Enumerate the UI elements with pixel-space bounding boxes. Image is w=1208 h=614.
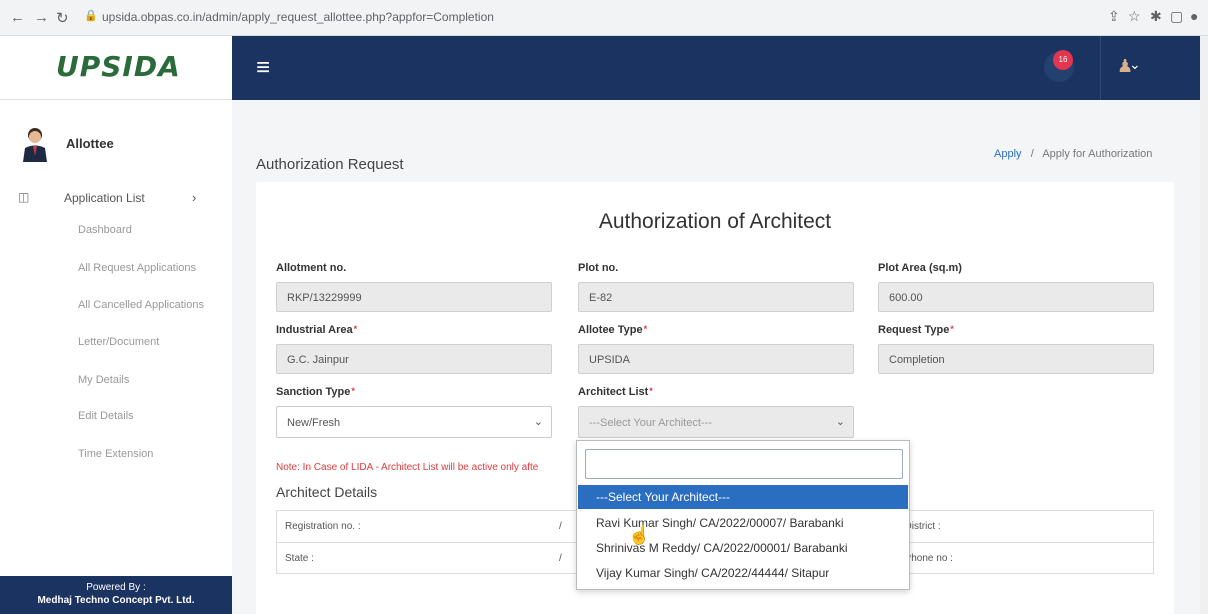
logo: UPSIDA bbox=[56, 50, 181, 83]
breadcrumb: Apply / Apply for Authorization bbox=[994, 148, 1152, 160]
state-label: State : bbox=[285, 553, 314, 564]
reload-icon[interactable]: ↻ bbox=[56, 9, 69, 27]
industrial-area-label: Industrial Area* bbox=[276, 324, 358, 336]
browser-toolbar: ← → ↻ 🔒 upsida.obpas.co.in/admin/apply_r… bbox=[0, 0, 1208, 36]
sidebar-item-all-cancelled-applications[interactable]: All Cancelled Applications bbox=[78, 299, 204, 311]
forward-icon[interactable]: → bbox=[34, 9, 49, 26]
breadcrumb-separator: / bbox=[1030, 148, 1034, 160]
sidebar-item-dashboard[interactable]: Dashboard bbox=[78, 224, 132, 236]
page-scrollbar[interactable] bbox=[1200, 36, 1208, 614]
architect-list-label: Architect List* bbox=[578, 386, 653, 398]
allotment-no-field[interactable]: RKP/13229999 bbox=[276, 282, 552, 312]
table-cell: / bbox=[559, 553, 562, 564]
breadcrumb-current: Apply for Authorization bbox=[1042, 148, 1153, 160]
chevron-down-icon: ⌄ bbox=[533, 416, 543, 428]
sidebar-item-application-list[interactable]: ◫ Application List › bbox=[18, 190, 208, 210]
profile-icon[interactable]: ● bbox=[1190, 8, 1198, 24]
notification-badge: 16 bbox=[1053, 50, 1073, 70]
tab-search-icon[interactable]: ▢ bbox=[1170, 8, 1183, 25]
lida-note: Note: In Case of LIDA - Architect List w… bbox=[276, 462, 539, 473]
plot-area-label: Plot Area (sq.m) bbox=[878, 262, 962, 274]
back-icon[interactable]: ← bbox=[10, 9, 25, 26]
industrial-area-field[interactable]: G.C. Jainpur bbox=[276, 344, 552, 374]
plot-area-field[interactable]: 600.00 bbox=[878, 282, 1154, 312]
table-cell: / bbox=[559, 521, 562, 532]
request-type-label: Request Type* bbox=[878, 324, 954, 336]
sidebar-item-time-extension[interactable]: Time Extension bbox=[78, 448, 153, 460]
request-type-field[interactable]: Completion bbox=[878, 344, 1154, 374]
address-bar[interactable]: 🔒 upsida.obpas.co.in/admin/apply_request… bbox=[78, 6, 1158, 30]
architect-select-value: ---Select Your Architect--- bbox=[589, 417, 712, 429]
chevron-down-icon[interactable]: ⌄ bbox=[1129, 56, 1141, 73]
url-text[interactable]: upsida.obpas.co.in/admin/apply_request_a… bbox=[102, 10, 494, 24]
document-icon: ◫ bbox=[18, 190, 30, 204]
user-menu[interactable]: ♟ ⌄ bbox=[1100, 36, 1200, 100]
architect-search-input[interactable] bbox=[585, 449, 903, 479]
chevron-right-icon: › bbox=[192, 190, 197, 205]
architect-details-title: Architect Details bbox=[276, 484, 378, 500]
form-heading: Authorization of Architect bbox=[598, 210, 832, 233]
hand-cursor-icon: ☝ bbox=[628, 525, 651, 545]
plot-no-label: Plot no. bbox=[578, 262, 619, 274]
extensions-icon[interactable]: ✱ bbox=[1150, 8, 1162, 25]
sanction-type-value: New/Fresh bbox=[287, 417, 341, 429]
lock-icon: 🔒 bbox=[84, 10, 98, 22]
user-avatar bbox=[23, 128, 47, 162]
bookmark-star-icon[interactable]: ☆ bbox=[1128, 8, 1141, 25]
breadcrumb-apply-link[interactable]: Apply bbox=[994, 148, 1022, 160]
architect-list-select[interactable]: ---Select Your Architect--- ⌄ bbox=[578, 406, 854, 438]
user-role-label: Allottee bbox=[66, 136, 114, 151]
share-icon[interactable]: ⇪ bbox=[1108, 8, 1120, 25]
dropdown-option[interactable]: ---Select Your Architect--- bbox=[578, 485, 908, 509]
sidebar-item-my-details[interactable]: My Details bbox=[78, 374, 129, 386]
sanction-type-label: Sanction Type* bbox=[276, 386, 355, 398]
chevron-down-icon: ⌄ bbox=[835, 416, 845, 428]
plot-no-field[interactable]: E-82 bbox=[578, 282, 854, 312]
app-navbar: UPSIDA ≡ 16 ♟ ⌄ bbox=[0, 36, 1200, 100]
sidebar-item-edit-details[interactable]: Edit Details bbox=[78, 410, 134, 422]
allotment-no-label: Allotment no. bbox=[276, 262, 347, 274]
sidebar-item-letter-document[interactable]: Letter/Document bbox=[78, 336, 159, 348]
powered-by-label: Powered By : bbox=[86, 582, 146, 593]
menu-toggle-icon[interactable]: ≡ bbox=[256, 54, 270, 82]
sidebar: Allottee ◫ Application List › Dashboard … bbox=[0, 100, 232, 614]
logo-area: UPSIDA bbox=[0, 36, 232, 100]
sidebar-item-all-request-applications[interactable]: All Request Applications bbox=[78, 262, 196, 274]
dropdown-option[interactable]: Vijay Kumar Singh/ CA/2022/44444/ Sitapu… bbox=[578, 561, 908, 585]
registration-no-label: Registration no. : bbox=[285, 521, 361, 532]
sanction-type-select[interactable]: New/Fresh ⌄ bbox=[276, 406, 552, 438]
architect-dropdown: ---Select Your Architect--- Ravi Kumar S… bbox=[576, 440, 910, 590]
sidebar-item-label: Application List bbox=[64, 191, 145, 205]
powered-by-footer: Powered By : Medhaj Techno Concept Pvt. … bbox=[0, 576, 232, 614]
company-name: Medhaj Techno Concept Pvt. Ltd. bbox=[37, 595, 195, 606]
page-title: Authorization Request bbox=[256, 156, 404, 173]
allotee-type-label: Allotee Type* bbox=[578, 324, 648, 336]
allotee-type-field[interactable]: UPSIDA bbox=[578, 344, 854, 374]
